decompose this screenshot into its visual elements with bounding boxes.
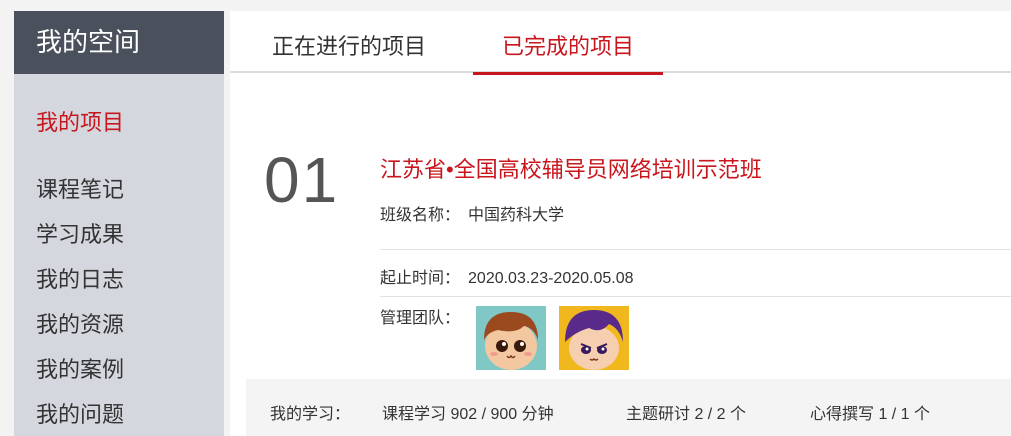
sidebar: 我的空间 我的项目 课程笔记 学习成果 我的日志 我的资源 我的案例 我的问题	[14, 11, 224, 436]
project-index: 01	[264, 144, 340, 216]
tab-ongoing-projects[interactable]: 正在进行的项目	[254, 11, 444, 73]
topic-discussion-progress: 主题研讨 2 / 2 个	[626, 406, 747, 423]
team-label: 管理团队：	[380, 310, 461, 327]
avatar[interactable]	[476, 306, 546, 370]
sidebar-item-my-resources[interactable]: 我的资源	[14, 302, 224, 347]
sidebar-item-learning-results[interactable]: 学习成果	[14, 212, 224, 257]
divider	[380, 296, 1011, 297]
project-title-link[interactable]: 江苏省•全国高校辅导员网络培训示范班	[380, 152, 762, 184]
period-row: 起止时间： 2020.03.23-2020.05.08	[380, 264, 634, 288]
sidebar-menu: 我的项目 课程笔记 学习成果 我的日志 我的资源 我的案例 我的问题	[14, 74, 224, 436]
tab-completed-projects[interactable]: 已完成的项目	[473, 11, 663, 75]
period-label: 起止时间：	[380, 270, 461, 287]
course-study-progress: 课程学习 902 / 900 分钟	[382, 406, 554, 423]
sidebar-item-my-questions[interactable]: 我的问题	[14, 392, 224, 436]
avatar[interactable]	[559, 306, 629, 370]
main-content: 正在进行的项目 已完成的项目 01 江苏省•全国高校辅导员网络培训示范班 班级名…	[230, 11, 1011, 436]
boy-avatar-icon	[476, 306, 546, 370]
period-value: 2020.03.23-2020.05.08	[468, 270, 634, 287]
team-row: 管理团队：	[380, 304, 468, 328]
study-progress-bar: 我的学习： 课程学习 902 / 900 分钟 主题研讨 2 / 2 个 心得撰…	[246, 379, 1011, 436]
sidebar-item-my-projects[interactable]: 我的项目	[14, 100, 224, 145]
reflection-writing-progress: 心得撰写 1 / 1 个	[810, 406, 931, 423]
class-name-row: 班级名称： 中国药科大学	[380, 201, 564, 225]
sidebar-item-course-notes[interactable]: 课程笔记	[14, 167, 224, 212]
purple-hair-avatar-icon	[559, 306, 629, 370]
project-tabs: 正在进行的项目 已完成的项目	[230, 11, 1011, 75]
class-name-value: 中国药科大学	[468, 207, 565, 224]
sidebar-header: 我的空间	[14, 11, 224, 74]
divider	[380, 249, 1011, 250]
class-name-label: 班级名称：	[380, 207, 461, 224]
sidebar-item-my-logs[interactable]: 我的日志	[14, 257, 224, 302]
study-label: 我的学习：	[270, 406, 351, 423]
sidebar-item-my-cases[interactable]: 我的案例	[14, 347, 224, 392]
